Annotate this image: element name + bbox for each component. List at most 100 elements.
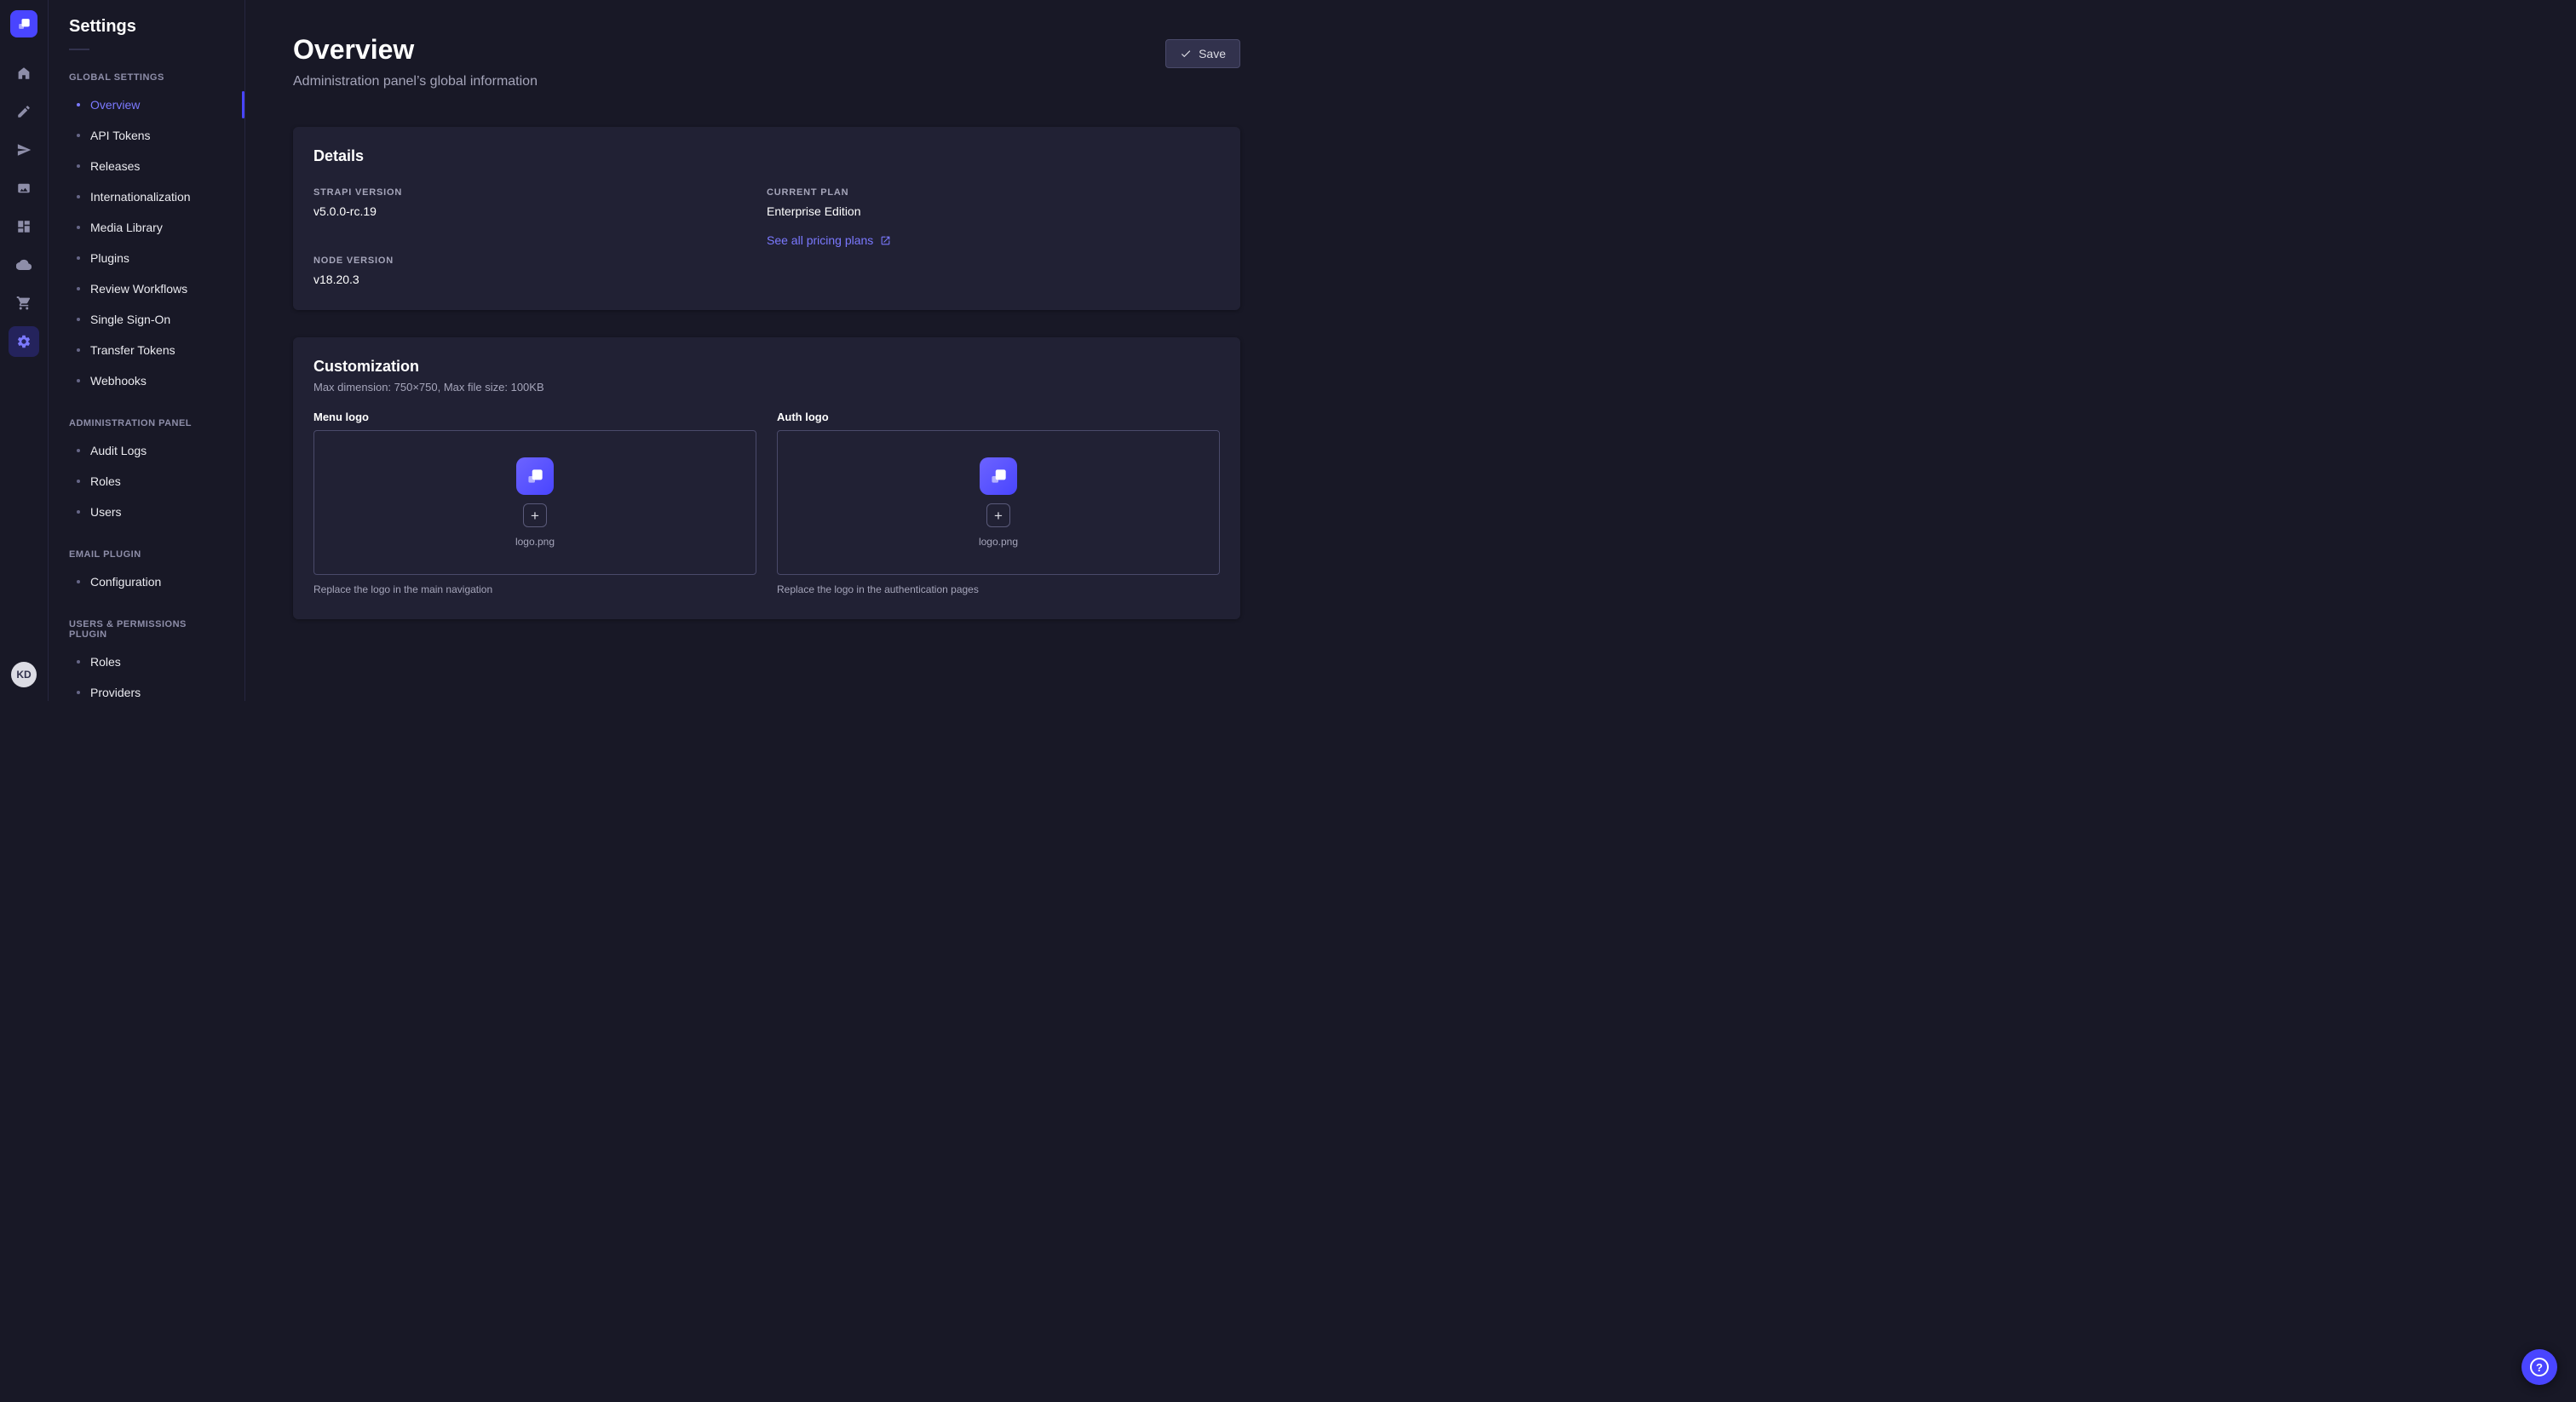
section-users-permissions-plugin: USERS & PERMISSIONS PLUGIN Roles Provide… [49,612,244,701]
strapi-version-label: STRAPI VERSION [313,187,402,198]
bullet-icon [77,256,80,260]
sidebar-item-label: Configuration [90,575,161,589]
home-icon[interactable] [9,58,39,89]
check-icon [1180,48,1192,60]
sidebar-item-releases[interactable]: Releases [49,151,244,181]
auth-logo-filename: logo.png [979,536,1018,548]
menu-logo-preview [516,457,554,495]
marketplace-cart-icon[interactable] [9,288,39,319]
page-subtitle: Administration panel’s global informatio… [293,74,538,89]
sidebar-item-plugins[interactable]: Plugins [49,243,244,273]
paper-plane-icon[interactable] [9,135,39,165]
customization-card: Customization Max dimension: 750×750, Ma… [293,337,1240,619]
section-global-settings: GLOBAL SETTINGS Overview API Tokens Rele… [49,66,244,396]
sidebar-item-label: Webhooks [90,374,147,388]
sidebar-item-label: Review Workflows [90,282,187,296]
sidebar-item-label: Media Library [90,221,163,234]
main-nav-icon-list [9,58,39,357]
logo-uploads: Menu logo logo.png Replace the logo in t… [313,411,1220,595]
section-label: EMAIL PLUGIN [49,543,244,566]
save-button[interactable]: Save [1165,39,1240,68]
section-label: ADMINISTRATION PANEL [49,411,244,435]
help-button[interactable] [2521,1349,2557,1385]
bullet-icon [77,164,80,168]
auth-logo-caption: Replace the logo in the authentication p… [777,583,1220,595]
layout-grid-icon[interactable] [9,211,39,242]
sidebar-item-internationalization[interactable]: Internationalization [49,181,244,212]
current-plan-value: Enterprise Edition [767,204,861,218]
section-label: USERS & PERMISSIONS PLUGIN [49,612,244,646]
customization-card-subtitle: Max dimension: 750×750, Max file size: 1… [313,381,1220,394]
external-link-icon [880,235,891,246]
menu-logo-add-button[interactable] [523,503,547,527]
sidebar-item-webhooks[interactable]: Webhooks [49,365,244,396]
user-avatar[interactable]: KD [11,662,37,687]
sidebar-item-label: Roles [90,655,121,669]
subnav-title: Settings [49,17,244,37]
pencil-icon[interactable] [9,96,39,127]
strapi-admin-app: KD Settings GLOBAL SETTINGS Overview API… [0,0,1288,701]
details-card: Details STRAPI VERSION v5.0.0-rc.19 NODE… [293,127,1240,310]
bullet-icon [77,580,80,583]
question-mark-icon [2530,1358,2549,1376]
sidebar-item-audit-logs[interactable]: Audit Logs [49,435,244,466]
auth-logo-add-button[interactable] [986,503,1010,527]
details-card-title: Details [313,147,1220,165]
sidebar-item-label: Plugins [90,251,129,265]
bullet-icon [77,379,80,382]
details-right-column: CURRENT PLAN Enterprise Edition See all … [767,187,1220,286]
bullet-icon [77,348,80,352]
cloud-icon[interactable] [9,250,39,280]
settings-gear-icon[interactable] [9,326,39,357]
subnav-divider [69,49,89,50]
sidebar-item-label: Internationalization [90,190,191,204]
details-grid: STRAPI VERSION v5.0.0-rc.19 NODE VERSION… [313,187,1220,286]
node-version-label: NODE VERSION [313,256,394,266]
media-library-icon[interactable] [9,173,39,204]
details-left-column: STRAPI VERSION v5.0.0-rc.19 NODE VERSION… [313,187,767,286]
strapi-logo-icon [987,465,1009,487]
sidebar-item-media-library[interactable]: Media Library [49,212,244,243]
sidebar-item-admin-users[interactable]: Users [49,497,244,527]
auth-logo-dropzone[interactable]: logo.png [777,430,1220,575]
sidebar-item-api-tokens[interactable]: API Tokens [49,120,244,151]
sidebar-item-transfer-tokens[interactable]: Transfer Tokens [49,335,244,365]
bullet-icon [77,287,80,290]
menu-logo-label: Menu logo [313,411,756,423]
sidebar-item-review-workflows[interactable]: Review Workflows [49,273,244,304]
pricing-plans-link-label: See all pricing plans [767,233,873,247]
sidebar-item-label: Providers [90,686,141,699]
menu-logo-dropzone[interactable]: logo.png [313,430,756,575]
strapi-version-value: v5.0.0-rc.19 [313,204,402,218]
bullet-icon [77,195,80,198]
sidebar-item-up-roles[interactable]: Roles [49,646,244,677]
bullet-icon [77,691,80,694]
sidebar-item-email-configuration[interactable]: Configuration [49,566,244,597]
sidebar-item-admin-roles[interactable]: Roles [49,466,244,497]
section-email-plugin: EMAIL PLUGIN Configuration [49,543,244,597]
menu-logo-upload: Menu logo logo.png Replace the logo in t… [313,411,756,595]
pricing-plans-link[interactable]: See all pricing plans [767,233,891,247]
sidebar-item-overview[interactable]: Overview [49,89,244,120]
sidebar-item-single-sign-on[interactable]: Single Sign-On [49,304,244,335]
main-nav-sidebar: KD [0,0,49,701]
strapi-logo[interactable] [10,10,37,37]
bullet-icon [77,660,80,664]
bullet-icon [77,318,80,321]
strapi-logo-icon [15,15,32,32]
save-button-label: Save [1199,47,1226,60]
sidebar-item-up-providers[interactable]: Providers [49,677,244,701]
sidebar-item-label: Roles [90,474,121,488]
auth-logo-upload: Auth logo logo.png Replace the logo in t… [777,411,1220,595]
sidebar-item-label: API Tokens [90,129,151,142]
auth-logo-label: Auth logo [777,411,1220,423]
section-label: GLOBAL SETTINGS [49,66,244,89]
bullet-icon [77,510,80,514]
page-header-text: Overview Administration panel’s global i… [293,34,538,89]
sidebar-item-label: Releases [90,159,140,173]
page-title: Overview [293,34,538,66]
sidebar-item-label: Transfer Tokens [90,343,175,357]
bullet-icon [77,134,80,137]
current-plan-field: CURRENT PLAN Enterprise Edition [767,187,861,218]
sidebar-item-label: Overview [90,98,140,112]
